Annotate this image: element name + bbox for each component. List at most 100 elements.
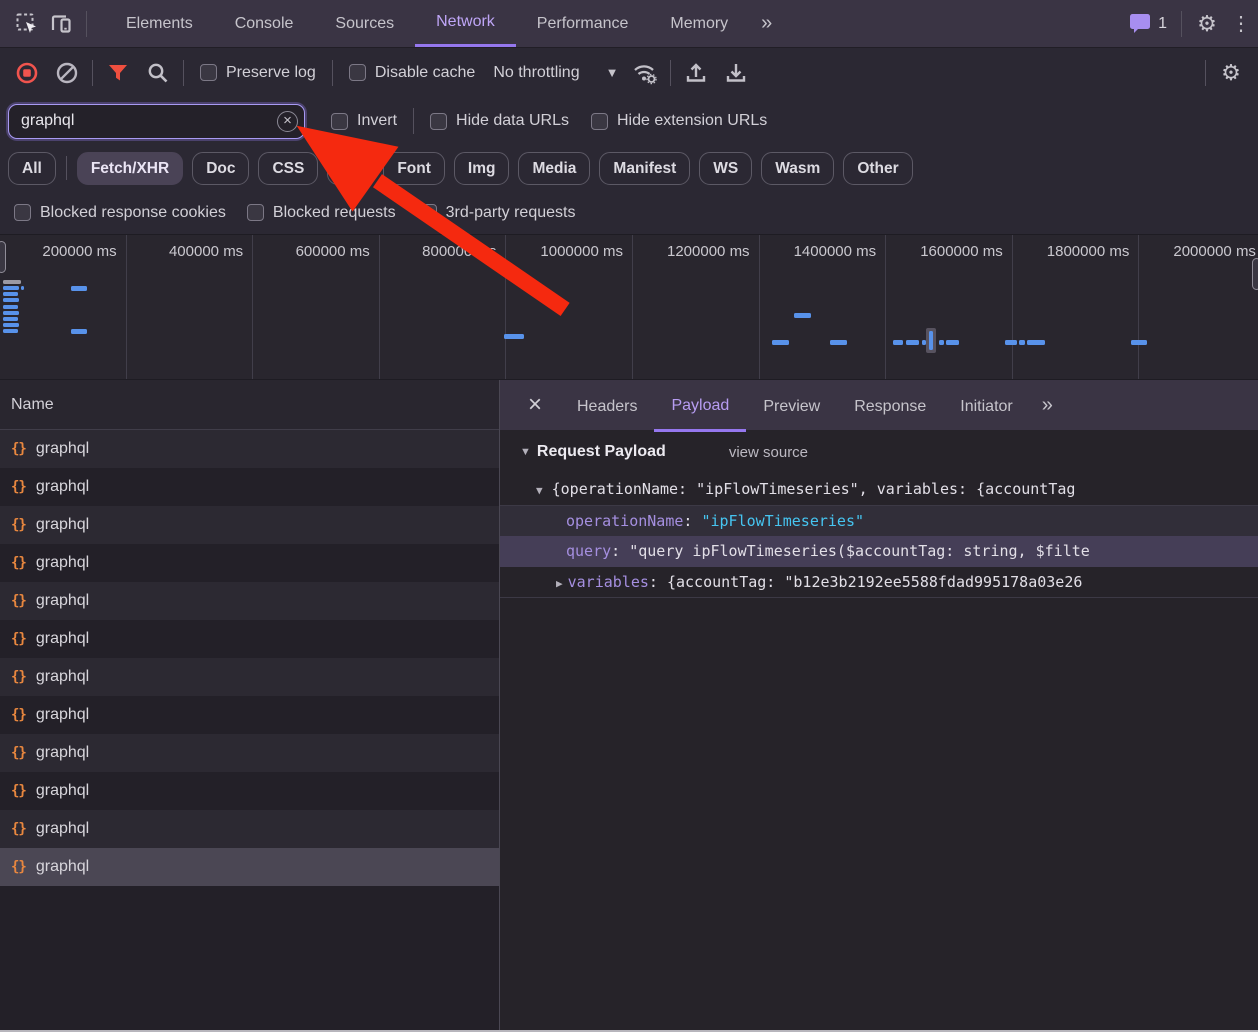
blocked-requests-checkbox[interactable]: Blocked requests	[247, 204, 396, 222]
more-detail-tabs-icon[interactable]: »	[1030, 394, 1063, 417]
request-row[interactable]: {}graphql	[0, 848, 499, 886]
request-row[interactable]: {}graphql	[0, 544, 499, 582]
tab-memory[interactable]: Memory	[649, 0, 749, 47]
close-icon[interactable]: ×	[518, 391, 552, 419]
request-row[interactable]: {} graphql	[0, 658, 499, 696]
filter-chip-js[interactable]: JS	[327, 152, 374, 185]
more-panels-icon[interactable]: »	[749, 12, 782, 35]
filter-chip-wasm[interactable]: Wasm	[761, 152, 834, 185]
clear-network-log-icon[interactable]	[50, 56, 84, 90]
detail-tab-preview[interactable]: Preview	[746, 382, 837, 432]
tab-network[interactable]: Network	[415, 0, 516, 47]
throttling-dropdown[interactable]: No throttling ▼	[493, 64, 618, 82]
kebab-menu-icon[interactable]: ⋮	[1224, 7, 1258, 41]
waterfall-bar	[3, 323, 19, 327]
filter-chip-fetch-xhr[interactable]: Fetch/XHR	[77, 152, 183, 185]
network-overview-timeline[interactable]: 200000 ms400000 ms600000 ms800000 ms1000…	[0, 235, 1258, 380]
export-har-icon[interactable]	[719, 56, 753, 90]
request-row[interactable]: {}graphql	[0, 772, 499, 810]
clear-filter-icon[interactable]: ×	[277, 111, 298, 132]
xhr-braces-icon: {}	[11, 669, 26, 685]
request-row[interactable]: {}graphql	[0, 734, 499, 772]
expand-triangle-icon[interactable]: ▶	[556, 577, 563, 590]
waterfall-bar	[504, 334, 524, 339]
detail-tab-response[interactable]: Response	[837, 382, 943, 432]
divider	[183, 60, 184, 86]
filter-chip-img[interactable]: Img	[454, 152, 510, 185]
network-conditions-icon[interactable]	[628, 56, 662, 90]
expand-triangle-icon[interactable]: ▼	[536, 484, 543, 497]
divider	[332, 60, 333, 86]
filter-funnel-icon[interactable]	[101, 56, 135, 90]
detail-tabs: HeadersPayloadPreviewResponseInitiator	[560, 382, 1030, 429]
tab-elements[interactable]: Elements	[105, 0, 214, 47]
detail-tab-headers[interactable]: Headers	[560, 382, 654, 432]
filter-chip-css[interactable]: CSS	[258, 152, 318, 185]
request-name: graphql	[36, 630, 89, 648]
detail-tab-payload[interactable]: Payload	[654, 382, 746, 432]
waterfall-bar	[3, 317, 18, 321]
timeline-tick-label: 1200000 ms	[633, 243, 759, 260]
tab-performance[interactable]: Performance	[516, 0, 650, 47]
request-payload-section: ▼ Request Payload view source	[500, 430, 1258, 474]
invert-checkbox[interactable]: Invert	[331, 112, 397, 130]
hide-extension-urls-checkbox[interactable]: Hide extension URLs	[591, 112, 767, 130]
filter-input[interactable]	[9, 112, 304, 130]
xhr-braces-icon: {}	[11, 441, 26, 457]
payload-row-query[interactable]: query: "query ipFlowTimeseries($accountT…	[500, 536, 1258, 567]
request-row[interactable]: {}graphql	[0, 468, 499, 506]
settings-gear-icon[interactable]: ⚙	[1190, 7, 1224, 41]
filter-chip-ws[interactable]: WS	[699, 152, 752, 185]
disable-cache-checkbox[interactable]: Disable cache	[349, 64, 476, 82]
detail-tab-initiator[interactable]: Initiator	[943, 382, 1029, 432]
request-row[interactable]: {}graphql	[0, 620, 499, 658]
filter-chip-media[interactable]: Media	[518, 152, 590, 185]
filter-chip-font[interactable]: Font	[383, 152, 445, 185]
name-column-header[interactable]: Name	[0, 380, 499, 430]
advanced-filter-row: Blocked response cookies Blocked request…	[0, 191, 1258, 235]
network-settings-gear-icon[interactable]: ⚙	[1214, 56, 1248, 90]
search-icon[interactable]	[141, 56, 175, 90]
network-toolbar: Preserve log Disable cache No throttling…	[0, 47, 1258, 97]
third-party-requests-checkbox[interactable]: 3rd-party requests	[420, 204, 576, 222]
filter-chip-manifest[interactable]: Manifest	[599, 152, 690, 185]
record-network-log-icon[interactable]	[10, 56, 44, 90]
payload-root-line[interactable]: ▼{operationName: "ipFlowTimeseries", var…	[500, 474, 1258, 505]
request-row[interactable]: {}graphql	[0, 506, 499, 544]
device-toolbar-icon[interactable]	[44, 7, 78, 41]
checkbox	[200, 64, 217, 81]
request-row[interactable]: {}graphql	[0, 582, 499, 620]
filter-row: × Invert Hide data URLs Hide extension U…	[0, 97, 1258, 145]
payload-row-operation-name[interactable]: operationName: "ipFlowTimeseries"	[500, 505, 1258, 536]
tab-sources[interactable]: Sources	[314, 0, 415, 47]
request-name: graphql	[36, 516, 89, 534]
filter-chip-all[interactable]: All	[8, 152, 56, 185]
request-row[interactable]: {}graphql	[0, 696, 499, 734]
overview-right-grabber[interactable]	[1252, 258, 1258, 290]
hide-data-urls-checkbox[interactable]: Hide data URLs	[430, 112, 569, 130]
devtools-tabbar: ElementsConsoleSourcesNetworkPerformance…	[0, 0, 1258, 47]
filter-chip-doc[interactable]: Doc	[192, 152, 249, 185]
tab-console[interactable]: Console	[214, 0, 315, 47]
blocked-response-cookies-checkbox[interactable]: Blocked response cookies	[14, 204, 226, 222]
inspect-element-icon[interactable]	[10, 7, 44, 41]
waterfall-bar	[3, 292, 18, 296]
issues-button[interactable]: 1	[1129, 13, 1167, 34]
preserve-log-checkbox[interactable]: Preserve log	[200, 64, 316, 82]
request-name: graphql	[36, 592, 89, 610]
collapse-triangle-icon[interactable]: ▼	[520, 446, 531, 458]
request-name: graphql	[36, 782, 89, 800]
checkbox	[349, 64, 366, 81]
request-panels: Name {}graphql{}graphql{}graphql{}graphq…	[0, 380, 1258, 1030]
payload-row-variables[interactable]: ▶variables: {accountTag: "b12e3b2192ee55…	[500, 567, 1258, 598]
request-row[interactable]: {}graphql	[0, 430, 499, 468]
filter-chip-other[interactable]: Other	[843, 152, 912, 185]
checkbox	[247, 204, 264, 221]
request-row[interactable]: {}graphql	[0, 810, 499, 848]
issues-bubble-icon	[1129, 13, 1151, 34]
request-name: graphql	[36, 668, 89, 686]
import-har-icon[interactable]	[679, 56, 713, 90]
view-source-link[interactable]: view source	[729, 444, 808, 461]
overview-left-grabber[interactable]	[0, 241, 6, 273]
timeline-column: 200000 ms	[0, 235, 127, 379]
